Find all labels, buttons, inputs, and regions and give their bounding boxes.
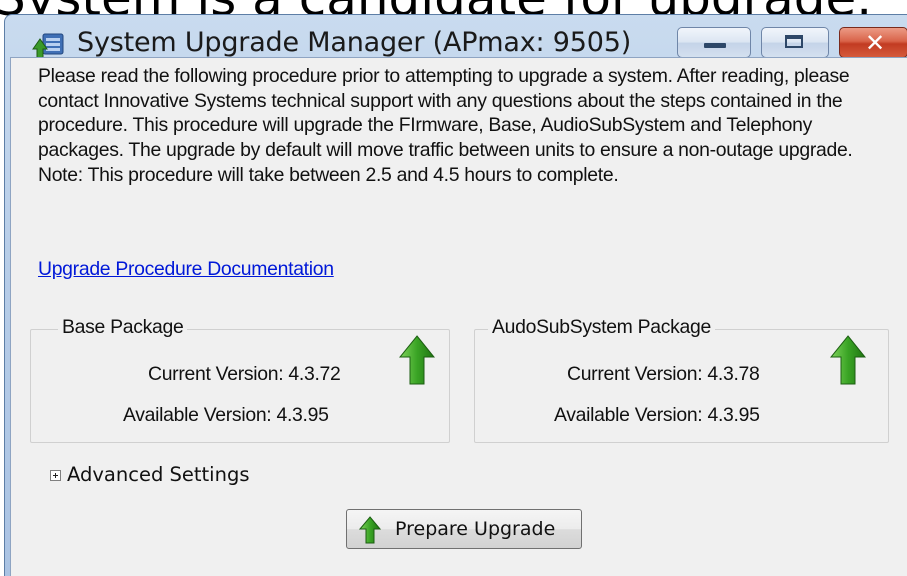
audio-package-title: AudoSubSystem Package xyxy=(488,316,715,339)
close-button[interactable]: ✕ xyxy=(839,27,907,58)
green-up-arrow-icon xyxy=(830,335,866,385)
audio-available-version: Available Version: 4.3.95 xyxy=(554,404,760,426)
base-available-version: Available Version: 4.3.95 xyxy=(123,404,329,426)
procedure-description: Please read the following procedure prio… xyxy=(38,65,853,186)
prepare-upgrade-button[interactable]: Prepare Upgrade xyxy=(346,509,582,549)
green-up-arrow-icon xyxy=(399,335,435,385)
minimize-icon xyxy=(704,43,726,48)
window-title: System Upgrade Manager (APmax: 9505) xyxy=(77,27,632,58)
audio-current-version: Current Version: 4.3.78 xyxy=(567,363,760,385)
minimize-button[interactable] xyxy=(677,27,751,58)
maximize-icon xyxy=(785,35,803,48)
advanced-settings-label[interactable]: Advanced Settings xyxy=(67,463,250,486)
upgrade-procedure-link[interactable]: Upgrade Procedure Documentation xyxy=(38,258,334,281)
maximize-button[interactable] xyxy=(761,27,829,58)
prepare-upgrade-label: Prepare Upgrade xyxy=(395,518,556,540)
close-icon: ✕ xyxy=(865,29,886,57)
base-package-title: Base Package xyxy=(58,316,188,339)
green-up-arrow-icon xyxy=(359,516,381,544)
base-current-version: Current Version: 4.3.72 xyxy=(148,363,341,385)
expand-plus-icon[interactable] xyxy=(50,470,61,481)
